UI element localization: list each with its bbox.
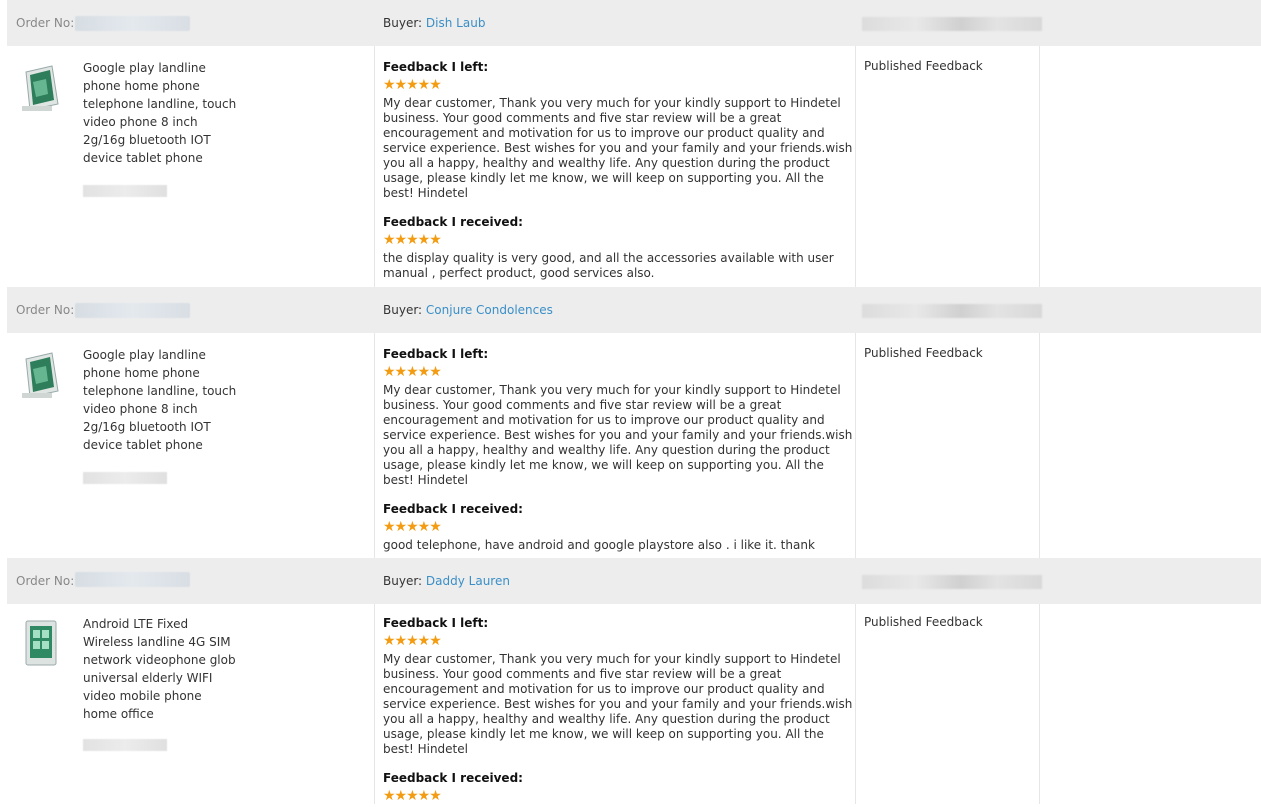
order-date-redacted (862, 304, 1042, 318)
feedback-section: Feedback I left: ★★★★★ My dear customer,… (383, 345, 853, 553)
feedback-received-label: Feedback I received: (383, 771, 523, 785)
product-image[interactable] (18, 351, 64, 401)
feedback-received-stars: ★★★★★ (383, 788, 442, 804)
buyer-label: Buyer: (383, 574, 423, 588)
order-header: Order No: Buyer: Dish Laub (7, 0, 1261, 46)
buyer-name-link[interactable]: Dish Laub (426, 16, 486, 30)
feedback-section: Feedback I left: ★★★★★ My dear customer,… (383, 614, 853, 807)
product-title-link[interactable]: Google play landline phone home phone te… (83, 346, 238, 454)
feedback-left-label: Feedback I left: (383, 60, 489, 74)
feedback-left-message: My dear customer, Thank you very much fo… (383, 652, 853, 756)
product-sku-redacted (83, 185, 167, 197)
feedback-received-stars: ★★★★★ (383, 232, 442, 248)
order-number-label: Order No: (16, 303, 75, 317)
feedback-status: Published Feedback (864, 59, 983, 73)
buyer-label: Buyer: (383, 303, 423, 317)
feedback-left-message: My dear customer, Thank you very much fo… (383, 383, 853, 487)
buyer-info: Buyer: Dish Laub (383, 16, 485, 30)
feedback-left-stars: ★★★★★ (383, 77, 442, 93)
product-title-link[interactable]: Google play landline phone home phone te… (83, 59, 238, 167)
feedback-status: Published Feedback (864, 346, 983, 360)
order-number-label: Order No: (16, 16, 75, 30)
order-date-redacted (862, 17, 1042, 31)
feedback-left-label: Feedback I left: (383, 616, 489, 630)
order-number-redacted (75, 303, 190, 318)
feedback-received-label: Feedback I received: (383, 215, 523, 229)
feedback-left-message: My dear customer, Thank you very much fo… (383, 96, 853, 200)
feedback-left-stars: ★★★★★ (383, 364, 442, 380)
order-number-redacted (75, 572, 190, 587)
order-block: Order No: Buyer: Dish Laub Google play l… (7, 0, 1261, 287)
feedback-left-stars: ★★★★★ (383, 633, 442, 649)
product-image[interactable] (18, 618, 64, 668)
order-body: Google play landline phone home phone te… (7, 333, 1261, 558)
order-block: Order No: Buyer: Conjure Condolences Goo… (7, 287, 1261, 558)
feedback-received-stars: ★★★★★ (383, 519, 442, 535)
order-number-redacted (75, 16, 190, 31)
feedback-received-message: the display quality is very good, and al… (383, 251, 834, 280)
order-body: Google play landline phone home phone te… (7, 46, 1261, 287)
feedback-left-label: Feedback I left: (383, 347, 489, 361)
buyer-label: Buyer: (383, 16, 423, 30)
buyer-info: Buyer: Conjure Condolences (383, 303, 553, 317)
buyer-info: Buyer: Daddy Lauren (383, 574, 510, 588)
feedback-received-message: good telephone, have android and google … (383, 538, 815, 552)
order-block: Order No: Buyer: Daddy Lauren Android LT… (7, 558, 1261, 804)
product-sku-redacted (83, 472, 167, 484)
order-header: Order No: Buyer: Conjure Condolences (7, 287, 1261, 333)
feedback-section: Feedback I left: ★★★★★ My dear customer,… (383, 58, 853, 281)
order-date-redacted (862, 575, 1042, 589)
order-header: Order No: Buyer: Daddy Lauren (7, 558, 1261, 604)
buyer-name-link[interactable]: Daddy Lauren (426, 574, 510, 588)
feedback-received-label: Feedback I received: (383, 502, 523, 516)
order-body: Android LTE Fixed Wireless landline 4G S… (7, 604, 1261, 804)
feedback-status: Published Feedback (864, 615, 983, 629)
product-title-link[interactable]: Android LTE Fixed Wireless landline 4G S… (83, 615, 238, 723)
buyer-name-link[interactable]: Conjure Condolences (426, 303, 553, 317)
order-number-label: Order No: (16, 574, 75, 588)
product-sku-redacted (83, 739, 167, 751)
product-image[interactable] (18, 64, 64, 114)
